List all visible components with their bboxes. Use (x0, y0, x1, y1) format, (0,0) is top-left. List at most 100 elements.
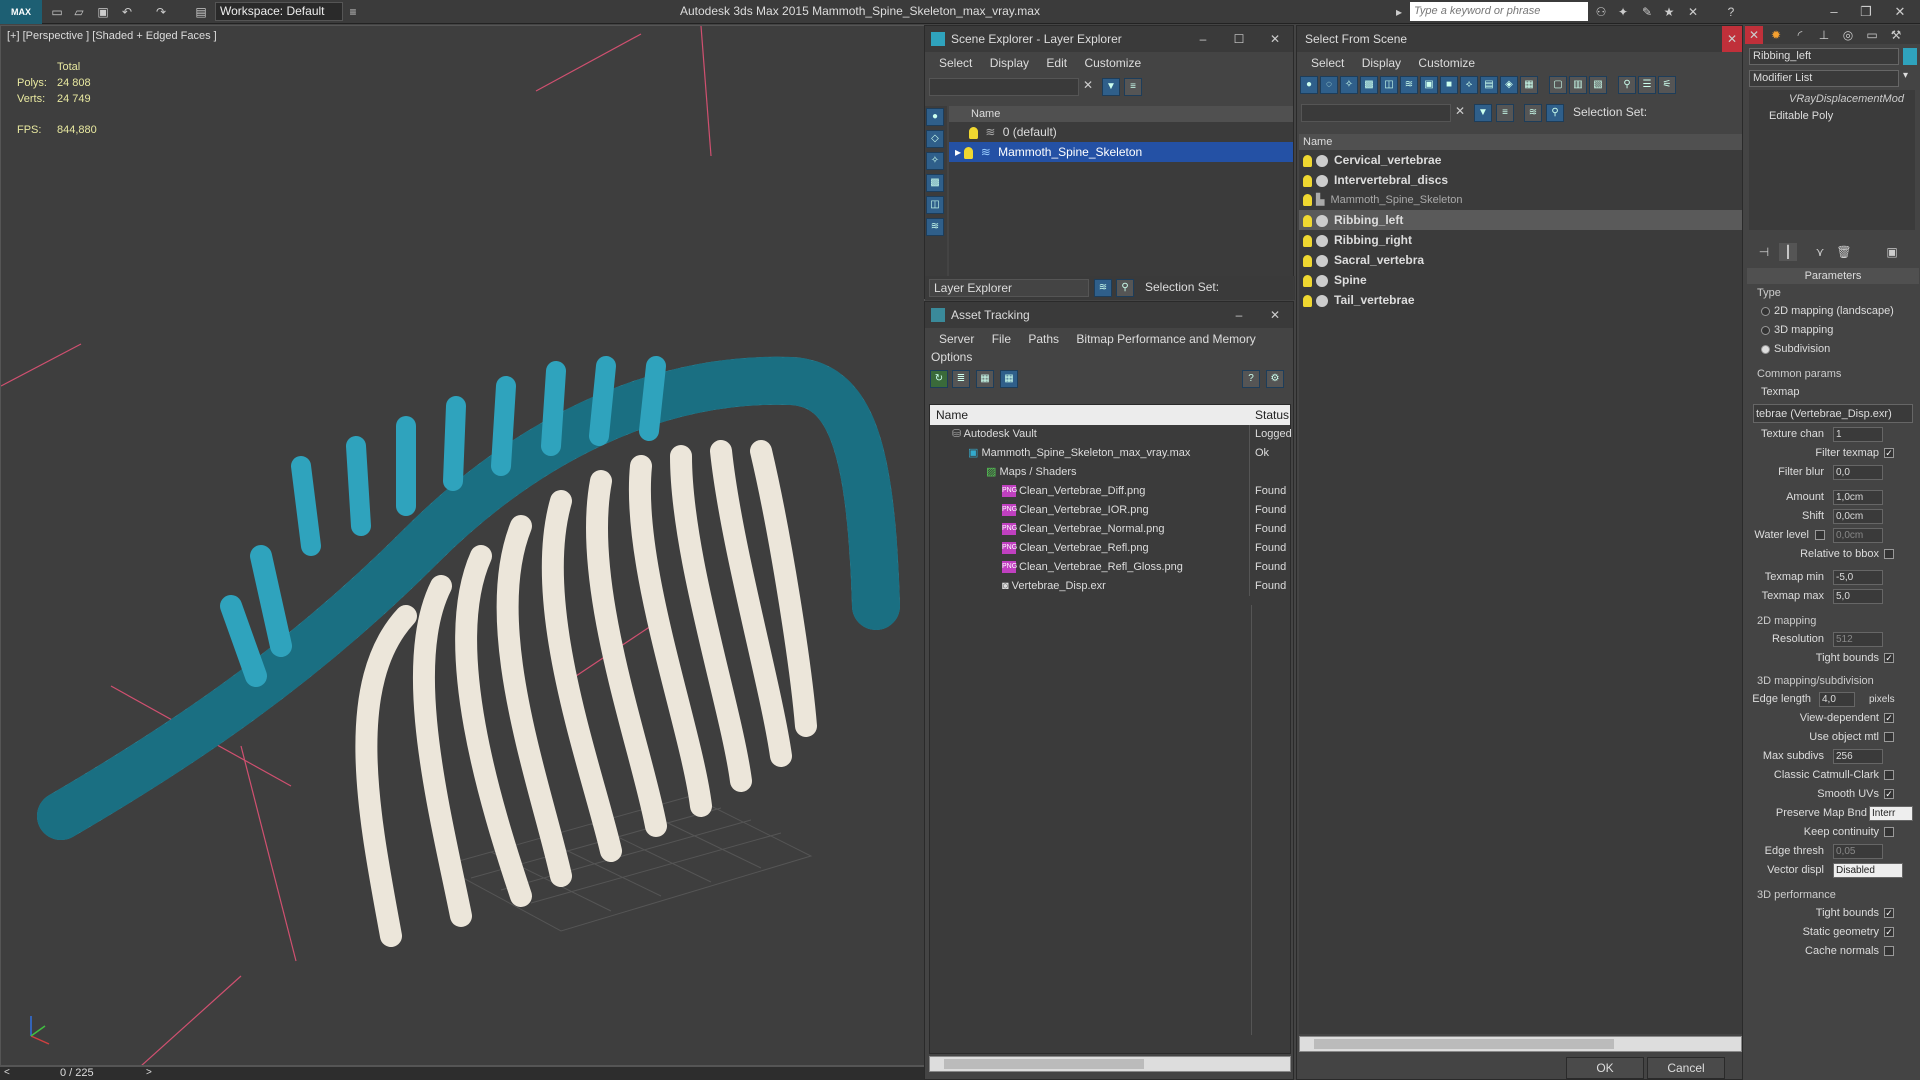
menu-select[interactable]: Select (939, 56, 972, 70)
vector-displ-dropdown[interactable]: Disabled (1833, 863, 1903, 878)
geometry-filter-icon[interactable]: ● (1300, 76, 1318, 94)
object-row[interactable]: Ribbing_right (1299, 230, 1742, 250)
spacewarps-filter-icon[interactable]: ≋ (1400, 76, 1418, 94)
texmap-min-spinner[interactable]: -5,0 (1833, 570, 1883, 585)
layer-mode-icon[interactable]: ≋ (1524, 104, 1542, 122)
catmull-clark-checkbox[interactable] (1884, 770, 1894, 780)
sphere-filter-icon[interactable]: ● (926, 108, 944, 126)
object-row[interactable]: Spine (1299, 270, 1742, 290)
hierarchy-mode-icon[interactable]: ⚲ (1546, 104, 1564, 122)
frozen-filter-icon[interactable]: ◈ (1500, 76, 1518, 94)
modifier-list-dropdown[interactable]: Modifier List (1749, 70, 1899, 87)
object-row[interactable]: Cervical_vertebrae (1299, 150, 1742, 170)
help-icon[interactable]: ? (1242, 370, 1260, 388)
chevron-down-icon[interactable]: ▾ (1903, 70, 1908, 81)
object-row[interactable]: Tail_vertebrae (1299, 290, 1742, 310)
layer-explorer-titlebar[interactable]: Scene Explorer - Layer Explorer – ☐ ✕ (925, 26, 1293, 52)
layer-row-default[interactable]: ≋ 0 (default) (949, 122, 1293, 142)
redo-icon[interactable]: ↷ (152, 3, 170, 21)
make-unique-icon[interactable]: ⋎ (1811, 243, 1829, 261)
create-tab-icon[interactable]: ✹ (1767, 26, 1785, 44)
helper-filter-icon[interactable]: ◫ (926, 196, 944, 214)
type-subdivision-option[interactable]: Subdivision (1747, 340, 1919, 359)
next-frame-icon[interactable]: > (146, 1067, 152, 1078)
texture-chan-spinner[interactable]: 1 (1833, 427, 1883, 442)
display-none-icon[interactable]: ▢ (1549, 76, 1567, 94)
col-name-header[interactable]: Name (936, 405, 968, 425)
workspace-dropdown[interactable]: Workspace: Default (215, 2, 343, 21)
options-icon[interactable]: ⚟ (1658, 76, 1676, 94)
help-icon[interactable]: ? (1722, 3, 1740, 21)
tight-bounds-perf-checkbox[interactable]: ✓ (1884, 908, 1894, 918)
ok-button[interactable]: OK (1566, 1057, 1644, 1079)
bones-filter-icon[interactable]: ⟡ (1460, 76, 1478, 94)
invert-display-icon[interactable]: ▥ (1569, 76, 1587, 94)
texmap-button[interactable]: tebrae (Vertebrae_Disp.exr) (1753, 404, 1913, 423)
light-bulb-icon[interactable] (1303, 174, 1312, 187)
binoculars-icon[interactable]: ⚇ (1592, 3, 1610, 21)
scene-filter-input[interactable] (1301, 104, 1451, 122)
object-row[interactable]: Intervertebral_discs (1299, 170, 1742, 190)
list-view-icon[interactable]: ≣ (952, 370, 970, 388)
filter-icon[interactable]: ▼ (1102, 78, 1120, 96)
view-dependent-checkbox[interactable]: ✓ (1884, 713, 1894, 723)
clear-filter-icon[interactable]: ✕ (1455, 104, 1465, 118)
object-color-swatch[interactable] (1903, 48, 1917, 65)
scrollbar-thumb[interactable] (944, 1059, 1144, 1069)
menu-customize[interactable]: Customize (1084, 56, 1141, 70)
asset-row-ior[interactable]: PNG Clean_Vertebrae_IOR.png Found (930, 501, 1290, 520)
display-all-icon[interactable]: ▦ (1520, 76, 1538, 94)
asset-row-max-file[interactable]: ▣ Mammoth_Spine_Skeleton_max_vray.max Ok (930, 444, 1290, 463)
shapes-filter-icon[interactable]: ◌ (1320, 76, 1338, 94)
radio-button[interactable] (1761, 325, 1770, 335)
edge-length-spinner[interactable]: 4,0 (1819, 692, 1855, 707)
texmap-max-spinner[interactable]: 5,0 (1833, 589, 1883, 604)
chevron-down-icon[interactable]: ≡ (344, 3, 362, 21)
filter-icon[interactable]: ▼ (1474, 104, 1492, 122)
exchange-icon[interactable]: ✕ (1684, 3, 1702, 21)
asset-row-refl-gloss[interactable]: PNG Clean_Vertebrae_Refl_Gloss.png Found (930, 558, 1290, 577)
object-row[interactable]: Sacral_vertebra (1299, 250, 1742, 270)
filter-texmap-checkbox[interactable]: ✓ (1884, 448, 1894, 458)
menu-display[interactable]: Display (990, 56, 1029, 70)
asset-row-normal[interactable]: PNG Clean_Vertebrae_Normal.png Found (930, 520, 1290, 539)
cameras-filter-icon[interactable]: ▩ (1360, 76, 1378, 94)
utilities-tab-icon[interactable]: ⚒ (1887, 26, 1905, 44)
preserve-map-dropdown[interactable]: Interr (1869, 806, 1913, 821)
max-subdivs-spinner[interactable]: 256 (1833, 749, 1883, 764)
helpers-filter-icon[interactable]: ◫ (1380, 76, 1398, 94)
water-level-checkbox[interactable] (1815, 530, 1825, 540)
tight-bounds-checkbox[interactable]: ✓ (1884, 653, 1894, 663)
subscription-icon[interactable]: ✦ (1614, 3, 1632, 21)
search-arrow-icon[interactable]: ▸ (1390, 3, 1408, 21)
relative-bbox-checkbox[interactable] (1884, 549, 1894, 559)
light-bulb-icon[interactable] (1303, 214, 1312, 227)
expand-arrow-icon[interactable]: ▸ (955, 145, 964, 159)
stack-item-editable-poly[interactable]: Editable Poly (1749, 108, 1915, 124)
groups-filter-icon[interactable]: ▣ (1420, 76, 1438, 94)
stack-item-vraydisplacement[interactable]: VRayDisplacementMod (1749, 90, 1915, 108)
shape-filter-icon[interactable]: ◇ (926, 130, 944, 148)
object-name-field[interactable]: Ribbing_left (1749, 48, 1899, 65)
object-name-header[interactable]: Name (1299, 134, 1742, 150)
cache-normals-checkbox[interactable] (1884, 946, 1894, 956)
light-bulb-icon[interactable] (964, 146, 974, 159)
select-tool-icon[interactable]: ≡ (1496, 104, 1514, 122)
asset-row-disp[interactable]: ◙ Vertebrae_Disp.exr Found (930, 577, 1290, 596)
light-bulb-icon[interactable] (1303, 294, 1312, 307)
open-file-icon[interactable]: ▱ (70, 3, 88, 21)
asset-tracking-titlebar[interactable]: Asset Tracking – ✕ (925, 302, 1293, 328)
light-bulb-icon[interactable] (1303, 254, 1312, 267)
display-tab-icon[interactable]: ▭ (1863, 26, 1881, 44)
menu-edit[interactable]: Edit (1046, 56, 1067, 70)
perspective-viewport[interactable]: [+] [Perspective ] [Shaded + Edged Faces… (0, 25, 925, 1066)
select-from-scene-titlebar[interactable]: Select From Scene ✕ (1297, 26, 1742, 52)
asset-row-maps[interactable]: ▨ Maps / Shaders (930, 463, 1290, 482)
save-icon[interactable]: ▣ (94, 3, 112, 21)
maximize-icon[interactable]: ☐ (1225, 26, 1253, 52)
close-icon[interactable]: ✕ (1886, 2, 1914, 22)
layer-filter-input[interactable] (929, 78, 1079, 96)
close-icon[interactable]: ✕ (1745, 26, 1763, 44)
configure-modifier-sets-icon[interactable]: ▣ (1883, 243, 1901, 261)
close-icon[interactable]: ✕ (1261, 302, 1289, 328)
